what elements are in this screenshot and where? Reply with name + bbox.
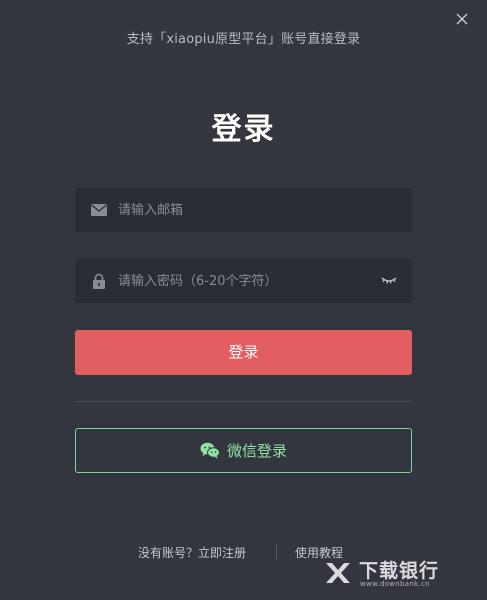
email-field[interactable]: [75, 188, 412, 232]
password-input[interactable]: [118, 259, 378, 303]
watermark-url: www.downbank.cn: [360, 580, 430, 588]
wechat-login-label: 微信登录: [226, 442, 287, 460]
login-subtitle: 支持「xiaopiu原型平台」账号直接登录: [126, 32, 361, 47]
login-button[interactable]: 登录: [75, 330, 412, 375]
wechat-icon: [200, 442, 220, 459]
wechat-login-button[interactable]: 微信登录: [75, 428, 412, 473]
password-field[interactable]: [75, 259, 412, 303]
email-input[interactable]: [118, 188, 378, 232]
register-link[interactable]: 没有账号？立即注册: [138, 544, 246, 561]
footer-separator: [276, 545, 277, 559]
envelope-icon: [90, 201, 108, 219]
watermark: 下载银行 www.downbank.cn: [323, 556, 473, 592]
lock-icon: [90, 272, 108, 290]
watermark-name: 下载银行: [359, 560, 440, 582]
watermark-logo-icon: [323, 558, 353, 588]
close-button[interactable]: [453, 10, 471, 28]
eye-closed-icon: [381, 277, 397, 284]
close-icon: [456, 13, 468, 25]
login-dialog: 支持「xiaopiu原型平台」账号直接登录 登录 请输入邮箱 登录 微信登录 没…: [0, 0, 487, 600]
password-visibility-toggle[interactable]: [380, 273, 398, 287]
page-title: 登录: [211, 112, 276, 147]
divider: [75, 401, 412, 402]
